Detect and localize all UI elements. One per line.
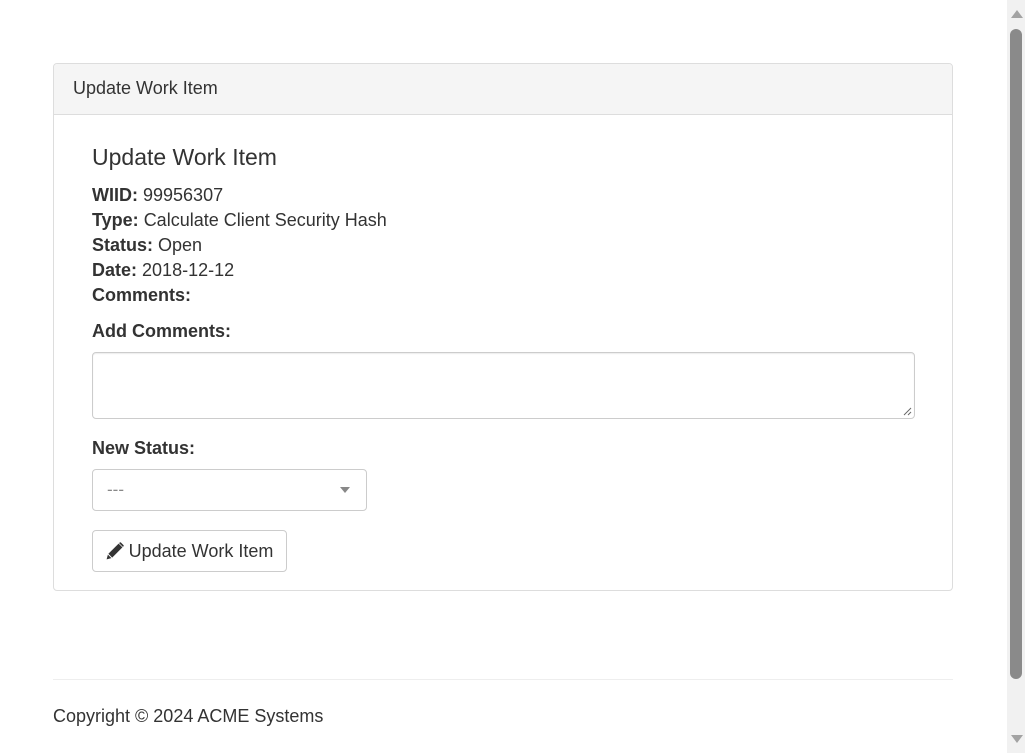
update-work-item-button-label: Update Work Item xyxy=(128,540,274,561)
detail-date-value: 2018-12-12 xyxy=(142,260,235,280)
work-item-title: Update Work Item xyxy=(92,144,277,170)
resize-grip-icon[interactable] xyxy=(902,406,912,416)
detail-type-value: Calculate Client Security Hash xyxy=(143,210,387,230)
detail-wiid-value: 99956307 xyxy=(143,185,224,205)
detail-comments: Comments: xyxy=(92,283,387,308)
panel-heading: Update Work Item xyxy=(54,64,952,115)
add-comments-textarea[interactable] xyxy=(92,352,915,419)
detail-type: Type: Calculate Client Security Hash xyxy=(92,208,387,233)
detail-type-label: Type: xyxy=(92,210,139,230)
scroll-down-arrow-icon[interactable] xyxy=(1011,735,1023,743)
chevron-down-icon xyxy=(340,487,350,493)
footer-divider xyxy=(53,679,953,680)
scroll-up-arrow-icon[interactable] xyxy=(1011,10,1023,18)
detail-status-label: Status: xyxy=(92,235,154,255)
detail-status: Status: Open xyxy=(92,233,387,258)
footer-copyright: Copyright © 2024 ACME Systems xyxy=(53,706,324,726)
detail-date-label: Date: xyxy=(92,260,138,280)
work-item-details: WIID: 99956307 Type: Calculate Client Se… xyxy=(92,183,387,308)
vertical-scrollbar[interactable] xyxy=(1007,0,1025,753)
new-status-label: New Status: xyxy=(92,438,196,458)
new-status-select[interactable]: --- xyxy=(92,469,367,511)
detail-wiid: WIID: 99956307 xyxy=(92,183,387,208)
add-comments-label: Add Comments: xyxy=(92,321,231,341)
detail-comments-label: Comments: xyxy=(92,285,192,305)
update-work-item-panel: Update Work Item Update Work Item WIID: … xyxy=(53,63,953,591)
new-status-selected-value: --- xyxy=(107,480,124,499)
detail-date: Date: 2018-12-12 xyxy=(92,258,387,283)
detail-wiid-label: WIID: xyxy=(92,185,138,205)
scrollbar-thumb[interactable] xyxy=(1010,29,1022,679)
pencil-icon xyxy=(106,542,124,560)
detail-status-value: Open xyxy=(158,235,203,255)
update-work-item-button[interactable]: Update Work Item xyxy=(92,530,287,572)
page: Update Work Item Update Work Item WIID: … xyxy=(0,0,1025,753)
